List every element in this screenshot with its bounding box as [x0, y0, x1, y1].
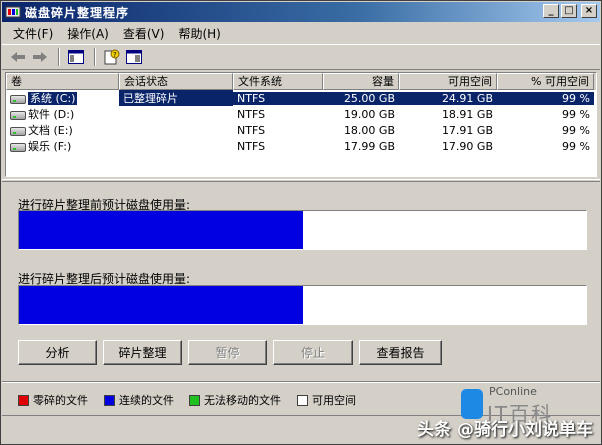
- capacity-cell: 18.00 GB: [343, 123, 395, 137]
- legend-free-space: 可用空间: [297, 392, 356, 408]
- close-button[interactable]: ×: [581, 4, 597, 18]
- after-contiguous-fill: [19, 286, 303, 324]
- window-title: 磁盘碎片整理程序: [25, 5, 130, 20]
- toolbar: ?: [2, 44, 600, 70]
- free-space-swatch: [297, 394, 308, 406]
- legend-label: 零碎的文件: [33, 394, 88, 407]
- volume-cell: 娱乐 (F:): [6, 138, 119, 154]
- column-volume[interactable]: 卷: [6, 73, 119, 90]
- free-cell: 17.91 GB: [441, 123, 493, 137]
- table-row[interactable]: 娱乐 (F:) NTFS 17.99 GB 17.90 GB 99 %: [6, 138, 596, 154]
- defrag-window: 磁盘碎片整理程序 _ □ × 文件(F) 操作(A) 查看(V) 帮助(H) ?…: [0, 0, 602, 445]
- forward-button[interactable]: [30, 47, 50, 67]
- show-tree-button[interactable]: [66, 47, 86, 67]
- brand-top-text: PConline: [489, 385, 537, 398]
- pct-cell: 99 %: [562, 139, 590, 153]
- volume-cell: 软件 (D:): [6, 106, 119, 122]
- volume-name: 系统 (C:): [28, 92, 78, 105]
- view-report-button[interactable]: 查看报告: [359, 340, 442, 365]
- column-file-system[interactable]: 文件系统: [233, 73, 323, 90]
- capacity-cell: 17.99 GB: [343, 139, 395, 153]
- defrag-app-icon: [5, 4, 21, 20]
- before-contiguous-fill: [19, 211, 303, 249]
- fragmented-swatch: [18, 394, 29, 406]
- hard-drive-icon: [10, 142, 26, 152]
- view-panel-icon: [126, 50, 142, 64]
- table-row[interactable]: 软件 (D:) NTFS 19.00 GB 18.91 GB 99 %: [6, 106, 596, 122]
- column-session-status[interactable]: 会话状态: [119, 73, 233, 90]
- table-row[interactable]: 文档 (E:) NTFS 18.00 GB 17.91 GB 99 %: [6, 122, 596, 138]
- legend-unmovable: 无法移动的文件: [189, 392, 281, 408]
- back-arrow-icon: [11, 52, 25, 62]
- window-controls: _ □ ×: [543, 4, 597, 18]
- free-cell: 17.90 GB: [441, 139, 493, 153]
- unmovable-swatch: [189, 394, 200, 406]
- properties-help-icon: ?: [104, 49, 120, 65]
- menu-action[interactable]: 操作(A): [60, 25, 116, 42]
- menu-bar: 文件(F) 操作(A) 查看(V) 帮助(H): [2, 23, 600, 43]
- status-cell: 已整理碎片: [119, 90, 233, 106]
- free-cell: 24.91 GB: [399, 91, 497, 105]
- menu-file[interactable]: 文件(F): [6, 25, 60, 42]
- properties-button[interactable]: ?: [102, 47, 122, 67]
- volume-name: 软件 (D:): [28, 108, 75, 121]
- svg-text:?: ?: [113, 51, 117, 59]
- legend-label: 连续的文件: [119, 394, 174, 407]
- fs-cell: NTFS: [237, 107, 266, 121]
- back-button[interactable]: [8, 47, 28, 67]
- legend-label: 无法移动的文件: [204, 394, 281, 407]
- stop-button[interactable]: 停止: [273, 340, 353, 365]
- pct-cell: 99 %: [497, 91, 594, 105]
- before-usage-bar: [18, 210, 587, 250]
- analyze-button[interactable]: 分析: [18, 340, 97, 365]
- hard-drive-icon: [10, 110, 26, 120]
- menu-view[interactable]: 查看(V): [116, 25, 172, 42]
- free-cell: 18.91 GB: [441, 107, 493, 121]
- column-percent-free[interactable]: % 可用空间: [497, 73, 594, 90]
- toolbar-separator: [58, 48, 60, 66]
- fs-cell: NTFS: [233, 91, 323, 105]
- column-capacity[interactable]: 容量: [323, 73, 399, 90]
- volume-name: 娱乐 (F:): [28, 140, 72, 153]
- legend-fragmented: 零碎的文件: [18, 392, 88, 408]
- contiguous-swatch: [104, 394, 115, 406]
- defragment-button[interactable]: 碎片整理: [103, 340, 182, 365]
- maximize-button[interactable]: □: [561, 4, 577, 18]
- toolbar-separator: [94, 48, 96, 66]
- pane-splitter[interactable]: [2, 179, 600, 182]
- capacity-cell: 25.00 GB: [323, 91, 399, 105]
- pct-cell: 99 %: [562, 107, 590, 121]
- capacity-cell: 19.00 GB: [343, 107, 395, 121]
- minimize-button[interactable]: _: [543, 4, 559, 18]
- volume-name: 文档 (E:): [28, 124, 73, 137]
- fs-cell: NTFS: [237, 139, 266, 153]
- view-button[interactable]: [124, 47, 144, 67]
- volume-list[interactable]: 卷 会话状态 文件系统 容量 可用空间 % 可用空间 系统 (C:) 已整理碎片…: [5, 72, 597, 177]
- watermark-text: 头条 @骑行小刘说单车: [417, 420, 593, 440]
- hard-drive-icon: [10, 126, 26, 136]
- pct-cell: 99 %: [562, 123, 590, 137]
- fs-cell: NTFS: [237, 123, 266, 137]
- after-usage-bar: [18, 285, 587, 325]
- pause-button[interactable]: 暂停: [188, 340, 267, 365]
- volume-cell: 系统 (C:): [6, 90, 119, 106]
- menu-help[interactable]: 帮助(H): [171, 25, 227, 42]
- forward-arrow-icon: [33, 52, 47, 62]
- list-header: 卷 会话状态 文件系统 容量 可用空间 % 可用空间: [6, 73, 596, 90]
- title-bar[interactable]: 磁盘碎片整理程序 _ □ ×: [2, 2, 600, 22]
- column-free-space[interactable]: 可用空间: [399, 73, 497, 90]
- hard-drive-icon: [10, 94, 26, 104]
- console-tree-icon: [68, 50, 84, 64]
- table-row[interactable]: 系统 (C:) 已整理碎片 NTFS 25.00 GB 24.91 GB 99 …: [6, 90, 596, 106]
- legend-label: 可用空间: [312, 394, 356, 407]
- volume-cell: 文档 (E:): [6, 122, 119, 138]
- legend-contiguous: 连续的文件: [104, 392, 174, 408]
